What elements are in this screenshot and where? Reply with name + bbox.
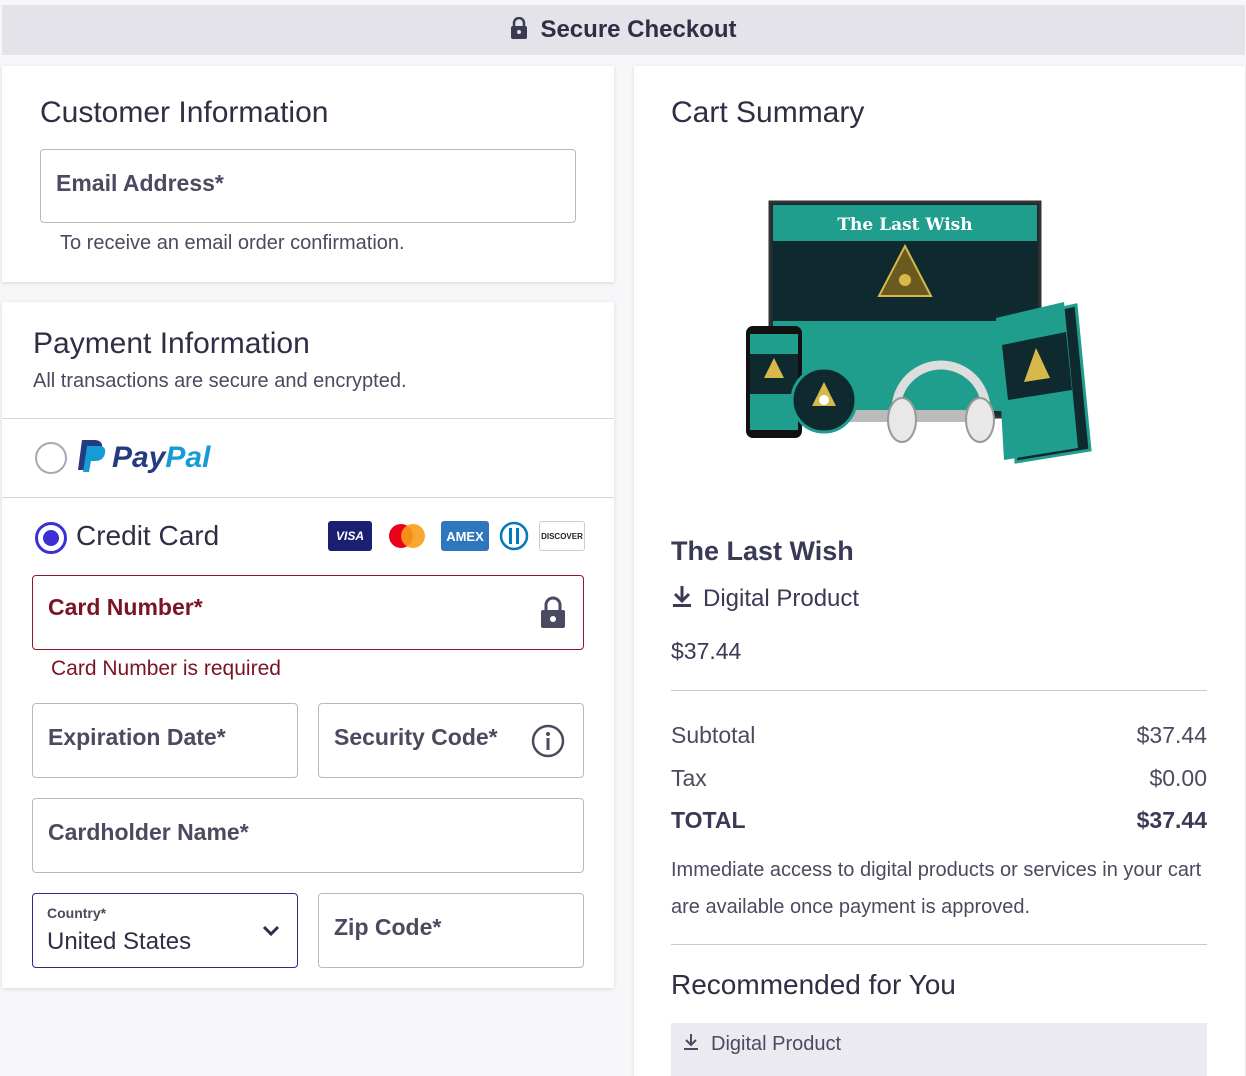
lock-icon [540,596,566,633]
page-title: Secure Checkout [540,16,737,43]
customer-information-section: Customer Information Email Address* To r… [2,66,614,282]
product-price: $37.44 [671,638,742,664]
security-code-field[interactable]: Security Code* [318,703,584,778]
recommended-item[interactable]: Digital Product [671,1023,1207,1076]
card-number-error: Card Number is required [51,657,281,680]
discover-icon: DISCOVER [539,521,585,551]
email-field[interactable]: Email Address* [40,149,576,223]
amex-icon: AMEX [441,521,489,551]
subtotal-value: $37.44 [1136,722,1207,748]
divider [671,944,1207,945]
section-subtitle: All transactions are secure and encrypte… [33,370,407,392]
paypal-p-icon [76,438,106,477]
tax-value: $0.00 [1149,765,1207,791]
zip-code-field[interactable]: Zip Code* [318,893,584,968]
security-code-label: Security Code* [334,724,498,750]
email-label: Email Address* [56,170,224,196]
divider [671,690,1207,691]
divider [2,418,614,419]
credit-card-radio[interactable] [35,522,67,554]
zip-code-label: Zip Code* [334,914,442,940]
total-value: $37.44 [1136,807,1207,833]
access-note: Immediate access to digital products or … [671,859,1202,918]
lock-icon [510,16,528,44]
cart-summary-section: Cart Summary The Last Wish The Last Wish… [634,66,1245,1076]
credit-card-label[interactable]: Credit Card [76,520,219,552]
product-type: Digital Product [703,584,860,612]
country-label: Country* [47,905,107,921]
cardholder-name-field[interactable]: Cardholder Name* [32,798,584,873]
section-title: Customer Information [40,96,329,129]
visa-icon: VISA [328,521,372,551]
section-title: Payment Information [33,327,310,360]
total-label: TOTAL [671,807,746,833]
info-icon[interactable] [531,724,565,763]
country-value: United States [47,928,192,955]
chevron-down-icon [261,924,281,943]
country-select[interactable]: Country* United States [32,893,298,968]
section-title: Cart Summary [671,96,865,129]
recommended-item-type: Digital Product [711,1033,842,1055]
recommended-title: Recommended for You [671,969,956,1000]
tax-row: Tax $0.00 [671,765,1207,792]
card-number-label: Card Number* [48,594,203,620]
recommended-item-type-row: Digital Product [683,1033,841,1056]
product-image: The Last Wish [746,200,1106,515]
expiration-date-field[interactable]: Expiration Date* [32,703,298,778]
diners-club-icon [498,521,530,551]
subtotal-row: Subtotal $37.44 [671,722,1207,749]
download-icon [671,584,693,613]
paypal-logo[interactable]: PayPal [76,438,210,477]
subtotal-label: Subtotal [671,722,756,748]
card-number-field[interactable]: Card Number* [32,575,584,650]
product-type-row: Digital Product [671,584,859,613]
paypal-radio[interactable] [35,442,67,474]
paypal-wordmark: PayPal [112,440,211,474]
expiration-date-label: Expiration Date* [48,724,226,750]
email-hint: To receive an email order confirmation. [60,232,405,254]
tax-label: Tax [671,765,707,791]
divider [2,497,614,498]
secure-checkout-bar: Secure Checkout [2,5,1245,55]
total-row: TOTAL $37.44 [671,807,1207,834]
product-name: The Last Wish [671,536,854,566]
download-icon [683,1033,699,1056]
payment-information-section: Payment Information All transactions are… [2,302,614,988]
mastercard-icon [385,521,429,551]
product-image-title: The Last Wish [837,215,972,235]
cardholder-name-label: Cardholder Name* [48,819,249,845]
